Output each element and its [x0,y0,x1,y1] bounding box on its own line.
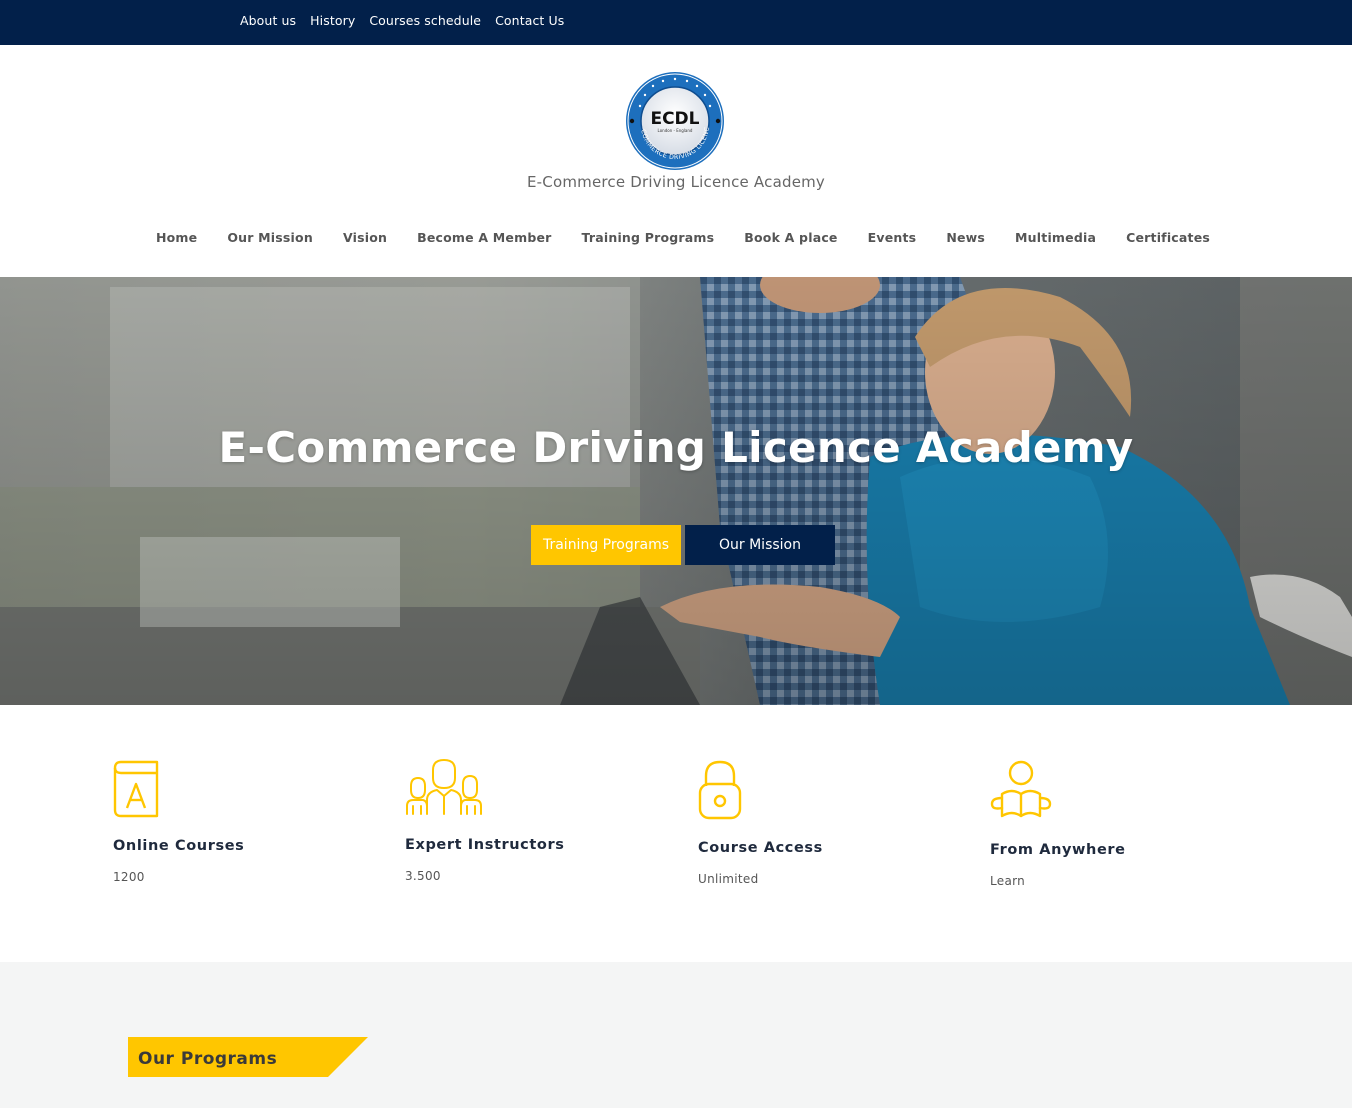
lock-icon [698,760,742,820]
programs-section: Our Programs [0,962,1352,1108]
book-icon [113,760,159,818]
hero-photo [0,277,1352,705]
hero-buttons: Training Programs Our Mission [531,525,835,565]
feature-course-access: Course Access Unlimited [698,760,938,890]
feature-value: Learn [990,874,1026,888]
top-link-courses-schedule[interactable]: Courses schedule [369,13,481,28]
logo-text: ECDL [650,109,699,129]
feature-title: Course Access [698,840,823,856]
programs-heading: Our Programs [138,1049,278,1069]
instructors-icon [406,759,482,815]
top-link-about[interactable]: About us [240,13,296,28]
nav-news[interactable]: News [946,230,985,245]
nav-events[interactable]: Events [868,230,917,245]
site-title: E-Commerce Driving Licence Academy [526,173,826,191]
feature-online-courses: Online Courses 1200 [113,760,353,890]
reader-icon [990,760,1052,818]
feature-value: 1200 [113,870,145,884]
nav-training-programs[interactable]: Training Programs [582,230,715,245]
feature-title: From Anywhere [990,842,1126,858]
feature-title: Expert Instructors [405,837,565,853]
feature-expert-instructors: Expert Instructors 3.500 [405,758,645,888]
top-links: About us History Courses schedule Contac… [240,10,564,29]
features-section: Online Courses 1200 Expert Instructors 3… [0,705,1352,962]
our-mission-button[interactable]: Our Mission [685,525,835,565]
programs-heading-tag: Our Programs [128,1037,368,1077]
training-programs-button[interactable]: Training Programs [531,525,681,565]
main-nav: Home Our Mission Vision Become A Member … [0,227,1352,246]
nav-become-member[interactable]: Become A Member [417,230,551,245]
feature-title: Online Courses [113,838,245,854]
top-bar: About us History Courses schedule Contac… [0,0,1352,45]
feature-value: 3.500 [405,869,441,883]
nav-multimedia[interactable]: Multimedia [1015,230,1096,245]
hero-title: E-Commerce Driving Licence Academy [218,423,1134,472]
ecdl-logo[interactable]: ECDL London - England E-COMMERCE DRIVING… [624,70,726,172]
top-link-contact[interactable]: Contact Us [495,13,564,28]
logo-subtext: London - England [658,128,693,133]
feature-value: Unlimited [698,872,759,886]
nav-certificates[interactable]: Certificates [1126,230,1210,245]
site-header: ECDL London - England E-COMMERCE DRIVING… [0,45,1352,277]
nav-home[interactable]: Home [156,230,197,245]
nav-book-place[interactable]: Book A place [744,230,837,245]
nav-our-mission[interactable]: Our Mission [227,230,313,245]
top-link-history[interactable]: History [310,13,355,28]
hero-banner: E-Commerce Driving Licence Academy Train… [0,277,1352,705]
feature-from-anywhere: From Anywhere Learn [990,760,1230,890]
nav-vision[interactable]: Vision [343,230,387,245]
